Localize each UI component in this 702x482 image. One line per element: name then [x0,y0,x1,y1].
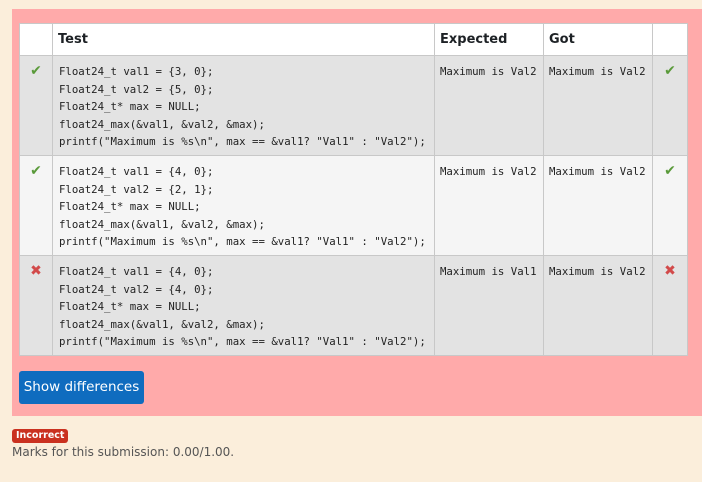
row-status-cell: ✔ [19,55,53,156]
quiz-feedback-page: Test Expected Got ✔ Float24_t val1 = {3,… [0,0,702,482]
expected-output: Maximum is Val1 [440,265,537,278]
marks-text: Marks for this submission: 0.00/1.00. [12,445,235,459]
check-icon: ✔ [664,63,676,79]
test-code: Float24_t val1 = {4, 0}; Float24_t val2 … [59,165,426,249]
got-output: Maximum is Val2 [549,65,646,78]
table-row: ✖ Float24_t val1 = {4, 0}; Float24_t val… [19,255,688,356]
table-row: ✔ Float24_t val1 = {3, 0}; Float24_t val… [19,55,688,156]
test-code: Float24_t val1 = {4, 0}; Float24_t val2 … [59,265,426,349]
got-output: Maximum is Val2 [549,165,646,178]
cross-icon: ✖ [664,263,676,279]
header-result [652,23,688,56]
row-result-cell: ✔ [652,155,688,256]
table-row: ✔ Float24_t val1 = {4, 0}; Float24_t val… [19,155,688,256]
row-result-cell: ✖ [652,255,688,356]
table-header-row: Test Expected Got [19,23,688,56]
cross-icon: ✖ [30,263,42,279]
expected-cell: Maximum is Val2 [434,55,544,156]
header-got: Got [543,23,653,56]
test-results-table: Test Expected Got ✔ Float24_t val1 = {3,… [19,23,688,356]
header-status [19,23,53,56]
got-cell: Maximum is Val2 [543,155,653,256]
row-status-cell: ✔ [19,155,53,256]
got-cell: Maximum is Val2 [543,255,653,356]
got-output: Maximum is Val2 [549,265,646,278]
got-cell: Maximum is Val2 [543,55,653,156]
expected-output: Maximum is Val2 [440,65,537,78]
check-icon: ✔ [664,163,676,179]
test-code-cell: Float24_t val1 = {4, 0}; Float24_t val2 … [52,255,435,356]
expected-cell: Maximum is Val2 [434,155,544,256]
test-code-cell: Float24_t val1 = {4, 0}; Float24_t val2 … [52,155,435,256]
expected-output: Maximum is Val2 [440,165,537,178]
check-icon: ✔ [30,163,42,179]
row-status-cell: ✖ [19,255,53,356]
status-badge: Incorrect [12,429,69,443]
expected-cell: Maximum is Val1 [434,255,544,356]
show-differences-button[interactable]: Show differences [19,371,144,404]
test-code-cell: Float24_t val1 = {3, 0}; Float24_t val2 … [52,55,435,156]
check-icon: ✔ [30,63,42,79]
header-expected: Expected [434,23,544,56]
header-test: Test [52,23,435,56]
row-result-cell: ✔ [652,55,688,156]
test-code: Float24_t val1 = {3, 0}; Float24_t val2 … [59,65,426,149]
